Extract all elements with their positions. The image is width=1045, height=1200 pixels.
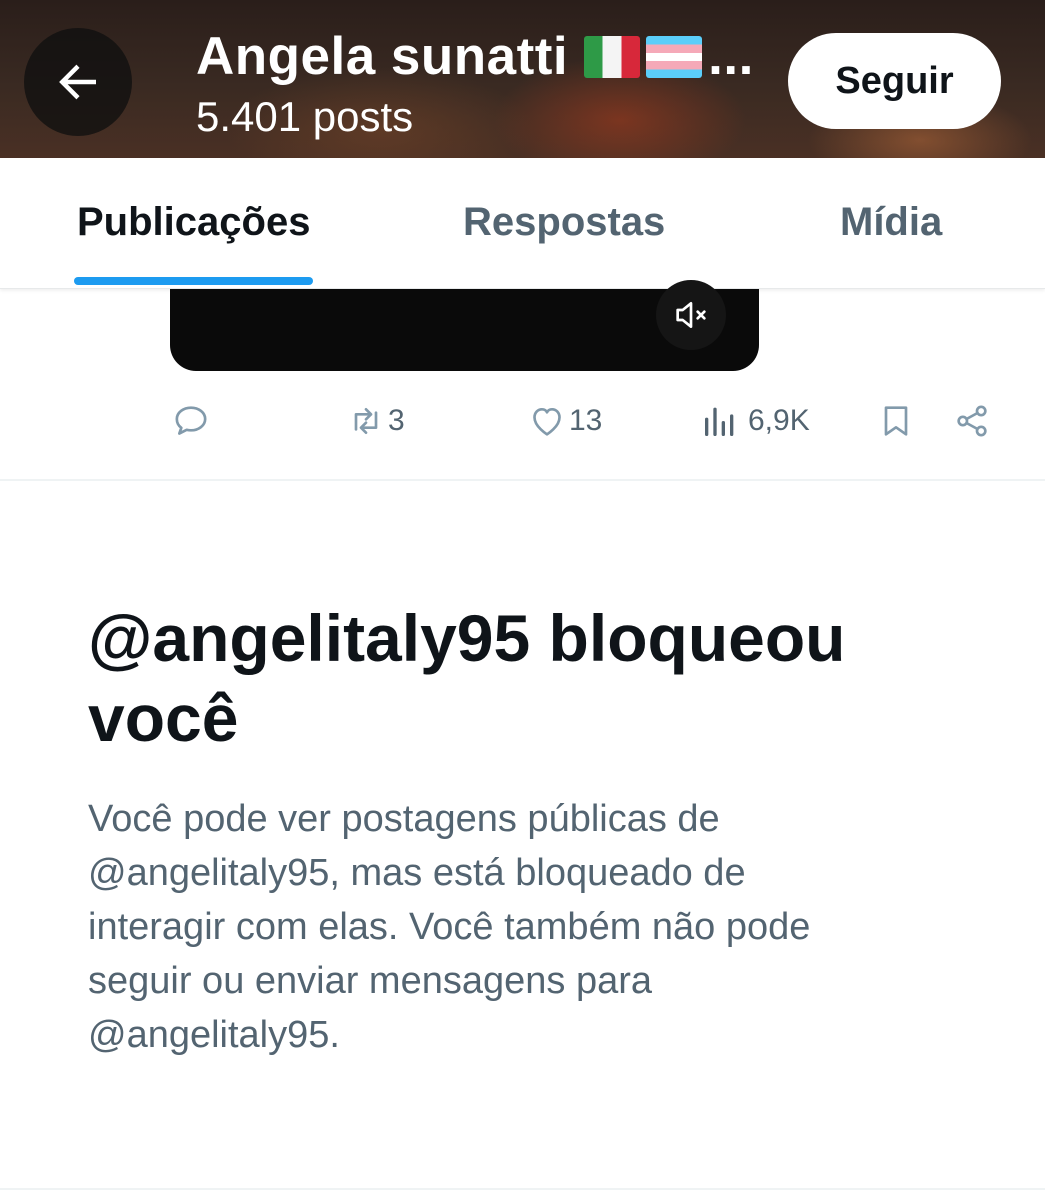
repost-button[interactable]: 3: [346, 398, 405, 444]
blocked-notice-description: Você pode ver postagens públicas de @ang…: [88, 798, 811, 1056]
repost-count: 3: [388, 404, 405, 437]
reply-icon: [175, 406, 207, 435]
bookmark-icon: [884, 406, 908, 436]
views-chart-icon: [705, 407, 734, 436]
profile-name: Angela sunatti: [196, 27, 569, 86]
bottom-divider: [0, 1188, 1045, 1190]
like-button[interactable]: 13: [527, 398, 602, 444]
name-overflow-ellipsis: ...: [708, 27, 754, 86]
arrow-left-icon: [59, 64, 96, 100]
back-button[interactable]: [24, 28, 132, 136]
views-count: 6,9K: [748, 404, 810, 437]
share-button[interactable]: [952, 398, 992, 444]
profile-name-row: Angela sunatti ...: [196, 26, 754, 87]
posts-count: 5.401 posts: [196, 93, 414, 140]
bookmark-button[interactable]: [876, 398, 916, 444]
profile-title-block: Angela sunatti ... 5.401 posts: [196, 26, 754, 141]
heart-icon: [533, 408, 561, 436]
share-icon: [957, 405, 987, 437]
tab-posts[interactable]: Publicações: [77, 200, 310, 245]
like-count: 13: [569, 404, 603, 437]
tab-media[interactable]: Mídia: [840, 200, 942, 245]
italy-flag-icon: [584, 35, 641, 78]
follow-button[interactable]: Seguir: [788, 33, 1001, 129]
profile-tabs: Publicações Respostas Mídia: [0, 158, 1045, 289]
volume-muted-icon: [676, 302, 706, 328]
profile-header-banner: Angela sunatti ... 5.401 posts Seguir: [0, 0, 1045, 158]
views-button[interactable]: 6,9K: [700, 398, 810, 444]
post-divider: [0, 479, 1045, 481]
transgender-flag-icon: [646, 35, 703, 78]
repost-icon: [354, 408, 378, 434]
reply-button[interactable]: [171, 398, 213, 444]
tab-replies[interactable]: Respostas: [463, 200, 665, 245]
active-tab-indicator: [74, 277, 313, 285]
mute-toggle-button[interactable]: [656, 280, 726, 350]
blocked-notice-title: @angelitaly95 bloqueou você: [88, 601, 846, 755]
